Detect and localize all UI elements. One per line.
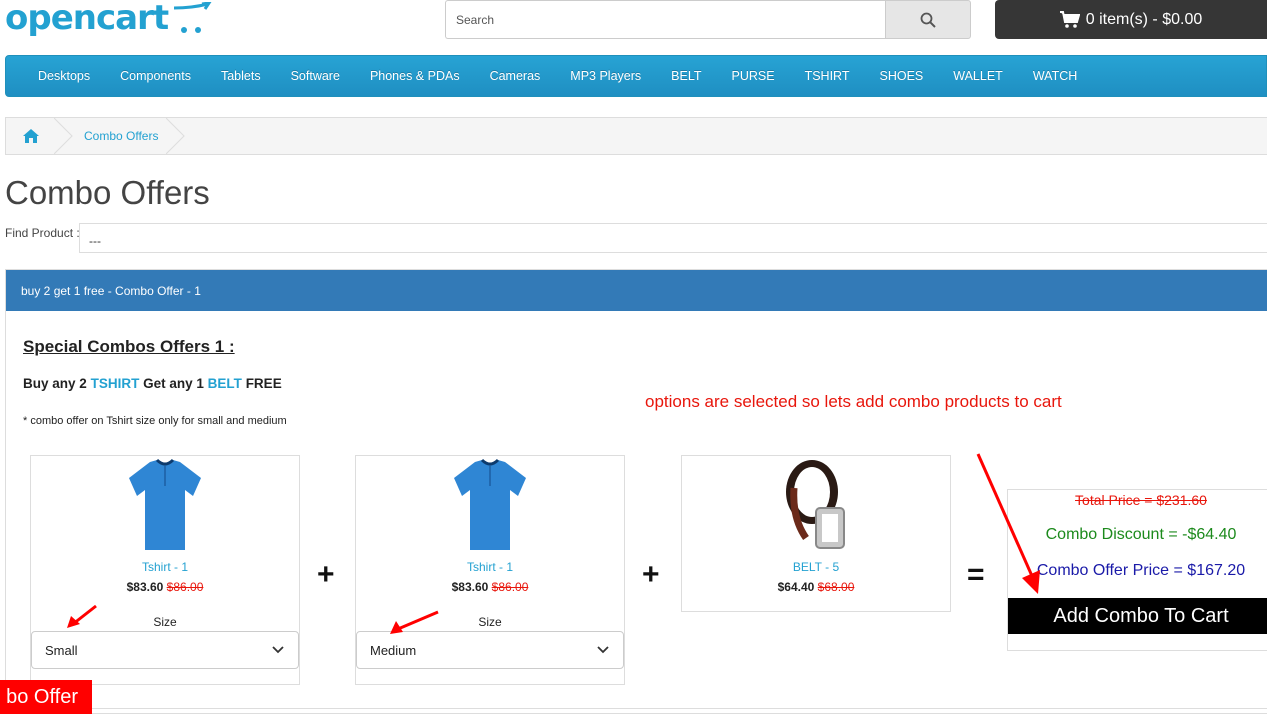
- chevron-down-icon: [597, 646, 609, 654]
- panel-heading: buy 2 get 1 free - Combo Offer - 1: [6, 270, 1267, 311]
- product-name[interactable]: BELT - 5: [682, 560, 950, 574]
- menu-item-mp3[interactable]: MP3 Players: [555, 69, 656, 83]
- menu-item-desktops[interactable]: Desktops: [23, 69, 105, 83]
- search-icon: [920, 12, 936, 28]
- combo-discount: Combo Discount = -$64.40: [1045, 526, 1237, 543]
- combo-panel: buy 2 get 1 free - Combo Offer - 1 Speci…: [5, 269, 1267, 714]
- plus-sign: +: [642, 558, 660, 591]
- sub-item2[interactable]: BELT: [208, 376, 242, 391]
- product-card-3: BELT - 5 $64.40 $68.00: [681, 455, 951, 612]
- add-combo-to-cart-button[interactable]: Add Combo To Cart: [1008, 598, 1267, 634]
- menu-item-belt[interactable]: BELT: [656, 69, 716, 83]
- menu-item-tablets[interactable]: Tablets: [206, 69, 276, 83]
- find-product-select[interactable]: ---: [79, 223, 1267, 253]
- menu-item-phones[interactable]: Phones & PDAs: [355, 69, 475, 83]
- sub-buy: Buy any: [23, 376, 76, 391]
- product-card-1: Tshirt - 1 $83.60 $86.00 Size Small: [30, 455, 300, 685]
- price-old: $86.00: [166, 580, 204, 594]
- menu-item-cameras[interactable]: Cameras: [475, 69, 556, 83]
- menu-item-watch[interactable]: WATCH: [1018, 69, 1092, 83]
- main-menu: Desktops Components Tablets Software Pho…: [5, 55, 1267, 97]
- breadcrumb-combo-offers[interactable]: Combo Offers: [56, 118, 186, 154]
- cart-total: 0 item(s) - $0.00: [1085, 10, 1203, 28]
- search-input[interactable]: [445, 0, 885, 39]
- home-icon: [23, 129, 39, 143]
- product-card-2: Tshirt - 1 $83.60 $86.00 Size Medium: [355, 455, 625, 685]
- breadcrumb-home[interactable]: [6, 118, 73, 154]
- sub-qty2: 1: [196, 376, 204, 391]
- menu-item-software[interactable]: Software: [276, 69, 355, 83]
- size-value: Small: [45, 642, 78, 658]
- sub-free: FREE: [245, 376, 282, 391]
- combo-offer-price: Combo Offer Price = $167.20: [1036, 562, 1246, 579]
- price-new: $83.60: [451, 580, 489, 594]
- combo-subtitle: Buy any 2 TSHIRT Get any 1 BELT FREE: [23, 376, 282, 391]
- price-old: $68.00: [817, 580, 855, 594]
- price-new: $64.40: [777, 580, 815, 594]
- chevron-down-icon: [272, 646, 284, 654]
- menu-item-components[interactable]: Components: [105, 69, 206, 83]
- opencart-logo[interactable]: opencart: [5, 0, 212, 42]
- menu-item-purse[interactable]: PURSE: [717, 69, 790, 83]
- red-arrow-icon: [390, 610, 439, 634]
- total-price: Total Price = $231.60: [1075, 492, 1207, 508]
- breadcrumb-separator: [166, 118, 186, 154]
- product-name[interactable]: Tshirt - 1: [356, 560, 624, 574]
- belt-image[interactable]: [776, 458, 856, 556]
- search-button[interactable]: [885, 0, 971, 39]
- size-select[interactable]: Small: [31, 631, 299, 669]
- page-title: Combo Offers: [5, 174, 210, 211]
- red-arrow-icon: [67, 604, 97, 628]
- size-value: Medium: [370, 642, 417, 658]
- combo-note: * combo offer on Tshirt size only for sm…: [23, 415, 287, 427]
- red-arrow-icon: [976, 453, 1040, 594]
- cart-button[interactable]: 0 item(s) - $0.00: [995, 0, 1267, 39]
- menu-item-tshirt[interactable]: TSHIRT: [790, 69, 865, 83]
- breadcrumb-label: Combo Offers: [84, 129, 159, 143]
- plus-sign: +: [317, 558, 335, 591]
- sub-get: Get any: [143, 376, 193, 391]
- product-price: $64.40 $68.00: [682, 580, 950, 594]
- menu-item-shoes[interactable]: SHOES: [865, 69, 939, 83]
- annotation-text: options are selected so lets add combo p…: [645, 392, 1062, 411]
- find-product-label: Find Product :: [5, 226, 80, 240]
- combo-offer-tab[interactable]: bo Offer: [0, 680, 92, 714]
- tshirt-image[interactable]: [125, 458, 205, 554]
- price-old: $86.00: [491, 580, 529, 594]
- combo-title: Special Combos Offers 1 :: [23, 337, 235, 356]
- combo-summary: Total Price = $231.60 Combo Discount = -…: [1007, 489, 1267, 651]
- logo-cart-icon: [174, 2, 212, 33]
- tshirt-image[interactable]: [450, 458, 530, 554]
- product-name[interactable]: Tshirt - 1: [31, 560, 299, 574]
- shopping-cart-icon: [1059, 10, 1080, 28]
- sub-item1[interactable]: TSHIRT: [91, 376, 140, 391]
- breadcrumb: Combo Offers: [5, 117, 1267, 155]
- product-price: $83.60 $86.00: [31, 580, 299, 594]
- menu-item-wallet[interactable]: WALLET: [938, 69, 1018, 83]
- search-bar: [445, 0, 971, 39]
- price-new: $83.60: [126, 580, 164, 594]
- product-price: $83.60 $86.00: [356, 580, 624, 594]
- sub-qty1: 2: [79, 376, 87, 391]
- size-select[interactable]: Medium: [356, 631, 624, 669]
- divider: [92, 708, 1267, 709]
- logo-text: opencart: [5, 0, 169, 38]
